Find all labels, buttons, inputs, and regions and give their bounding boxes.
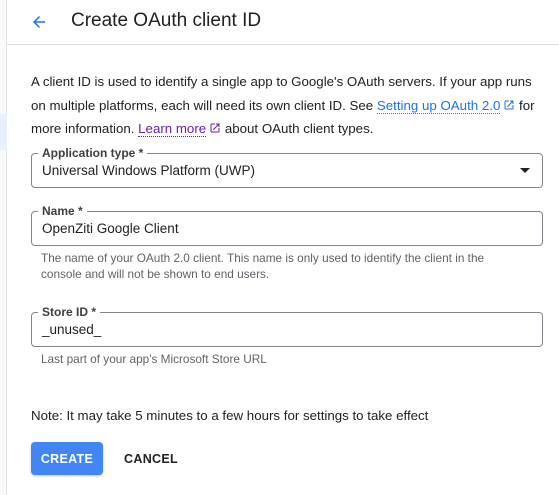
dropdown-arrow-icon [520, 168, 530, 173]
name-hint: The name of your OAuth 2.0 client. This … [41, 251, 485, 281]
name-value: OpenZiti Google Client [42, 221, 179, 236]
create-button[interactable]: CREATE [31, 442, 103, 475]
open-in-new-icon [210, 123, 220, 133]
application-type-select[interactable]: Application type * Universal Windows Pla… [31, 145, 543, 188]
learn-more-link-label: Learn more [138, 121, 207, 136]
intro-text: A client ID is used to identify a single… [31, 70, 549, 141]
arrow-back-icon [33, 16, 45, 28]
page-header: Create OAuth client ID [7, 0, 559, 45]
name-label: Name * [38, 203, 87, 219]
name-field[interactable]: Name * OpenZiti Google Client [31, 203, 543, 246]
settings-note: Note: It may take 5 minutes to a few hou… [31, 408, 429, 423]
cancel-button[interactable]: CANCEL [117, 442, 185, 475]
store-id-hint: Last part of your app's Microsoft Store … [41, 352, 267, 366]
left-nav-strip [0, 0, 7, 495]
store-id-field[interactable]: Store ID * _unused_ [31, 304, 543, 347]
intro-text-part3: about OAuth client types. [221, 121, 374, 136]
application-type-label: Application type * [38, 145, 148, 161]
store-id-label: Store ID * [38, 304, 101, 320]
back-button[interactable] [24, 8, 54, 36]
setting-up-oauth-link-label: Setting up OAuth 2.0 [376, 97, 501, 113]
learn-more-link[interactable]: Learn more [138, 121, 207, 137]
setting-up-oauth-link[interactable]: Setting up OAuth 2.0 [376, 97, 501, 114]
application-type-value: Universal Windows Platform (UWP) [42, 163, 256, 178]
left-nav-highlight [0, 114, 7, 150]
open-in-new-icon [504, 100, 514, 109]
page-title: Create OAuth client ID [71, 10, 262, 31]
store-id-value: _unused_ [42, 322, 102, 337]
